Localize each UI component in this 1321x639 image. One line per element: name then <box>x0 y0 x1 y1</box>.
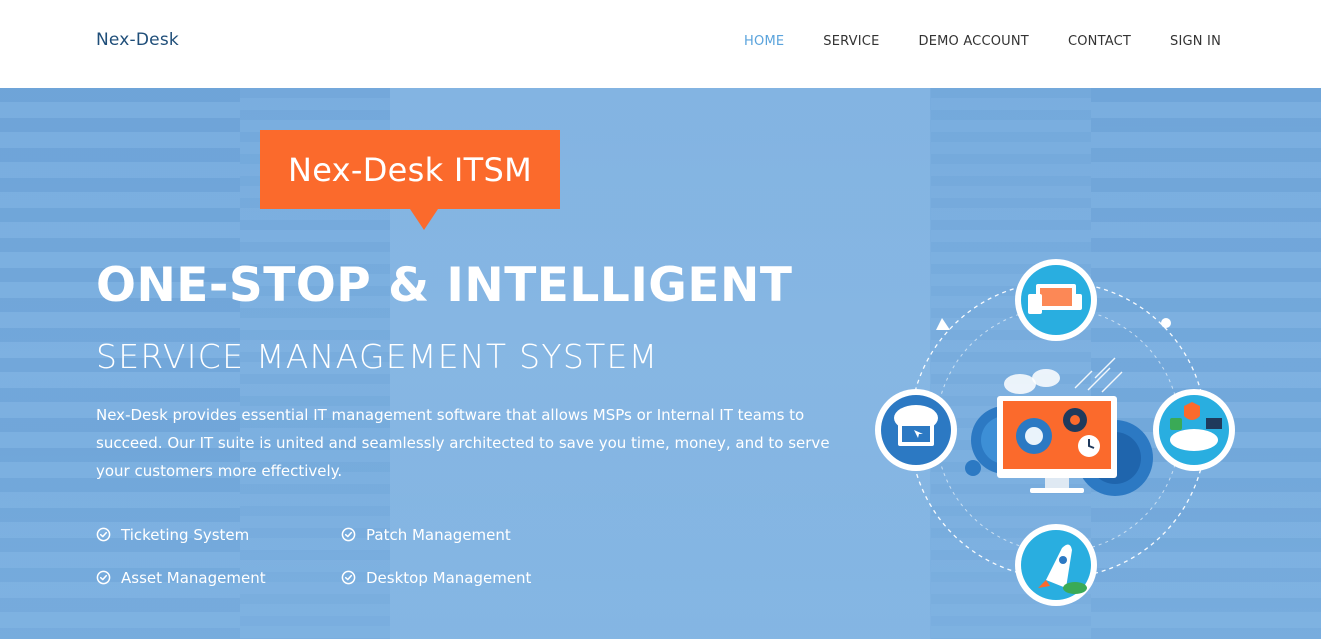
cloud-desktop-node-icon <box>875 389 957 471</box>
nav-sign-in[interactable]: SIGN IN <box>1170 34 1221 49</box>
orbit-dot <box>1161 318 1171 328</box>
feature-item: Desktop Management <box>341 567 586 588</box>
feature-item: Asset Management <box>96 567 341 588</box>
check-circle-icon <box>341 570 356 585</box>
feature-label: Desktop Management <box>366 568 532 587</box>
hero-section: Nex-Desk ITSM ONE-STOP & INTELLIGENT SER… <box>0 88 1321 639</box>
rocket-node-icon <box>1015 524 1097 606</box>
feature-item: Ticketing System <box>96 524 341 545</box>
nav-home[interactable]: HOME <box>744 34 784 49</box>
hero-title: ONE-STOP & INTELLIGENT <box>96 258 793 313</box>
growth-arrows-icon <box>1074 357 1123 393</box>
nav-demo-account[interactable]: DEMO ACCOUNT <box>919 34 1029 49</box>
badge-pointer <box>410 209 438 230</box>
itsm-illustration <box>875 259 1235 606</box>
nav-service[interactable]: SERVICE <box>823 34 879 49</box>
feature-item: Patch Management <box>341 524 586 545</box>
check-circle-icon <box>96 570 111 585</box>
hero-subtitle: SERVICE MANAGEMENT SYSTEM <box>96 337 659 376</box>
hero-description: Nex-Desk provides essential IT managemen… <box>96 406 830 480</box>
check-circle-icon <box>96 527 111 542</box>
devices-node-icon <box>1015 259 1097 341</box>
product-badge: Nex-Desk ITSM <box>260 130 560 209</box>
feature-label: Asset Management <box>121 568 266 587</box>
site-header: Nex-Desk HOME SERVICE DEMO ACCOUNT CONTA… <box>0 0 1321 88</box>
main-nav: HOME SERVICE DEMO ACCOUNT CONTACT SIGN I… <box>744 34 1221 49</box>
cloud-icon <box>1004 369 1060 394</box>
site-logo[interactable]: Nex-Desk <box>96 30 179 50</box>
feature-label: Ticketing System <box>121 525 250 544</box>
orbit-arrow-icon <box>936 318 950 330</box>
feature-label: Patch Management <box>366 525 511 544</box>
check-circle-icon <box>341 527 356 542</box>
feature-list: Ticketing System Patch Management Asset … <box>96 524 596 588</box>
security-cloud-node-icon <box>1153 389 1235 471</box>
nav-contact[interactable]: CONTACT <box>1068 34 1131 49</box>
